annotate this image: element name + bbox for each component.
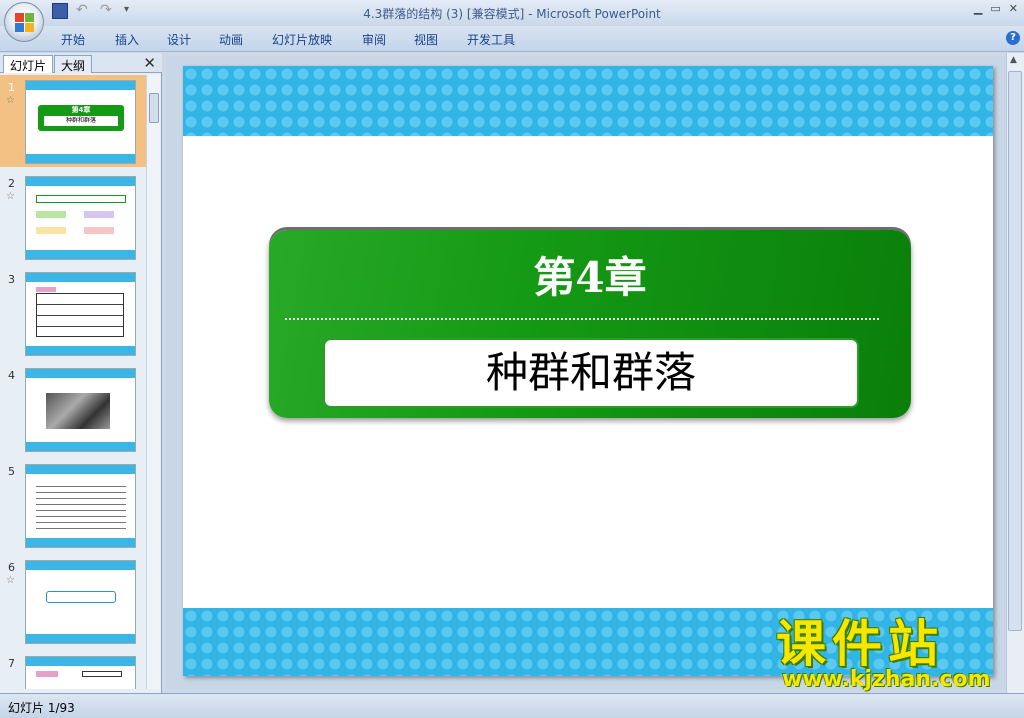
thumb-sub: 种群和群落 [44, 116, 118, 126]
office-logo-icon [15, 13, 35, 33]
thumb-number: 5 [8, 465, 15, 478]
close-panel-icon[interactable]: ✕ [143, 54, 156, 72]
tab-view[interactable]: 视图 [414, 31, 438, 48]
top-dot-band [183, 66, 993, 136]
chapter-banner[interactable]: 第4章 种群和群落 [269, 230, 911, 418]
close-icon[interactable]: ✕ [1009, 2, 1018, 15]
thumb-image [46, 393, 110, 429]
tab-slides[interactable]: 幻灯片 [3, 55, 54, 73]
watermark-logo: 课件站 [776, 615, 944, 673]
slide-thumbnail-6[interactable]: 6 ☆ [0, 555, 146, 647]
tab-design[interactable]: 设计 [167, 31, 191, 48]
thumb-number: 2 [8, 177, 15, 190]
editor-scrollbar[interactable]: ▲ [1006, 53, 1024, 693]
chapter-title: 第4章 [533, 253, 647, 302]
subtitle-box[interactable]: 种群和群落 [323, 338, 859, 408]
tab-review[interactable]: 审阅 [362, 31, 386, 48]
subtitle-text: 种群和群落 [485, 348, 696, 397]
help-icon[interactable]: ? [1006, 31, 1020, 45]
slide-thumbnail-1[interactable]: 1 ☆ 第4章 种群和群落 [0, 75, 146, 167]
thumbnail-scrollbar[interactable] [146, 75, 160, 689]
thumb-green-box: 第4章 种群和群落 [38, 105, 124, 131]
slide-canvas[interactable]: 第4章 种群和群落 [183, 66, 993, 676]
thumb-number: 1 [8, 81, 15, 94]
slide-thumbnail-4[interactable]: 4 [0, 363, 146, 455]
tab-slideshow[interactable]: 幻灯片放映 [272, 31, 332, 48]
thumb-preview [25, 656, 136, 689]
status-bar: 幻灯片 1/93 [0, 693, 1024, 718]
panel-tabs: 幻灯片 大纲 ✕ [0, 53, 162, 73]
slide-thumbnail-5[interactable]: 5 [0, 459, 146, 551]
slide-counter: 幻灯片 1/93 [8, 701, 75, 715]
slides-panel: 幻灯片 大纲 ✕ 1 ☆ 第4章 种群和群落 2 ☆ 3 4 5 6 ☆ 7 [0, 53, 162, 693]
animation-star-icon: ☆ [6, 191, 15, 202]
thumb-preview: 第4章 种群和群落 [25, 80, 136, 164]
scroll-up-icon[interactable]: ▲ [1010, 55, 1017, 65]
thumb-preview [25, 368, 136, 452]
restore-icon[interactable]: ▭ [990, 2, 1000, 15]
thumb-preview [25, 464, 136, 548]
tab-insert[interactable]: 插入 [115, 31, 139, 48]
thumb-number: 6 [8, 561, 15, 574]
thumb-preview [25, 272, 136, 356]
thumb-number: 4 [8, 369, 15, 382]
scrollbar-thumb[interactable] [1008, 71, 1022, 631]
window-controls: ▁ ▭ ✕ [974, 2, 1018, 15]
tab-developer[interactable]: 开发工具 [467, 31, 515, 48]
tab-outline[interactable]: 大纲 [54, 55, 93, 73]
tab-home[interactable]: 开始 [61, 31, 85, 48]
window-title: 4.3群落的结构 (3) [兼容模式] - Microsoft PowerPoi… [363, 7, 661, 21]
thumbnail-list: 1 ☆ 第4章 种群和群落 2 ☆ 3 4 5 6 ☆ 7 [0, 75, 146, 689]
slide-thumbnail-3[interactable]: 3 [0, 267, 146, 359]
title-bar: ↶ ↷ ▾ 4.3群落的结构 (3) [兼容模式] - Microsoft Po… [0, 0, 1024, 26]
office-button[interactable] [4, 2, 44, 42]
thumb-preview [25, 560, 136, 644]
ribbon-tab-bar: 开始 插入 设计 动画 幻灯片放映 审阅 视图 开发工具 ? [0, 26, 1024, 52]
thumb-preview [25, 176, 136, 260]
slide-editor: 第4章 种群和群落 [166, 56, 1006, 690]
tab-animations[interactable]: 动画 [219, 31, 243, 48]
minimize-icon[interactable]: ▁ [974, 2, 982, 15]
slide-thumbnail-7[interactable]: 7 [0, 651, 146, 689]
animation-star-icon: ☆ [6, 95, 15, 106]
thumb-number: 3 [8, 273, 15, 286]
watermark: 课件站 www.kjzhan.com [776, 618, 1006, 692]
watermark-url: www.kjzhan.com [782, 667, 991, 692]
thumb-number: 7 [8, 657, 15, 670]
thumb-heading: 第4章 [71, 106, 91, 114]
dotted-divider [285, 318, 879, 320]
animation-star-icon: ☆ [6, 575, 15, 586]
slide-thumbnail-2[interactable]: 2 ☆ [0, 171, 146, 263]
